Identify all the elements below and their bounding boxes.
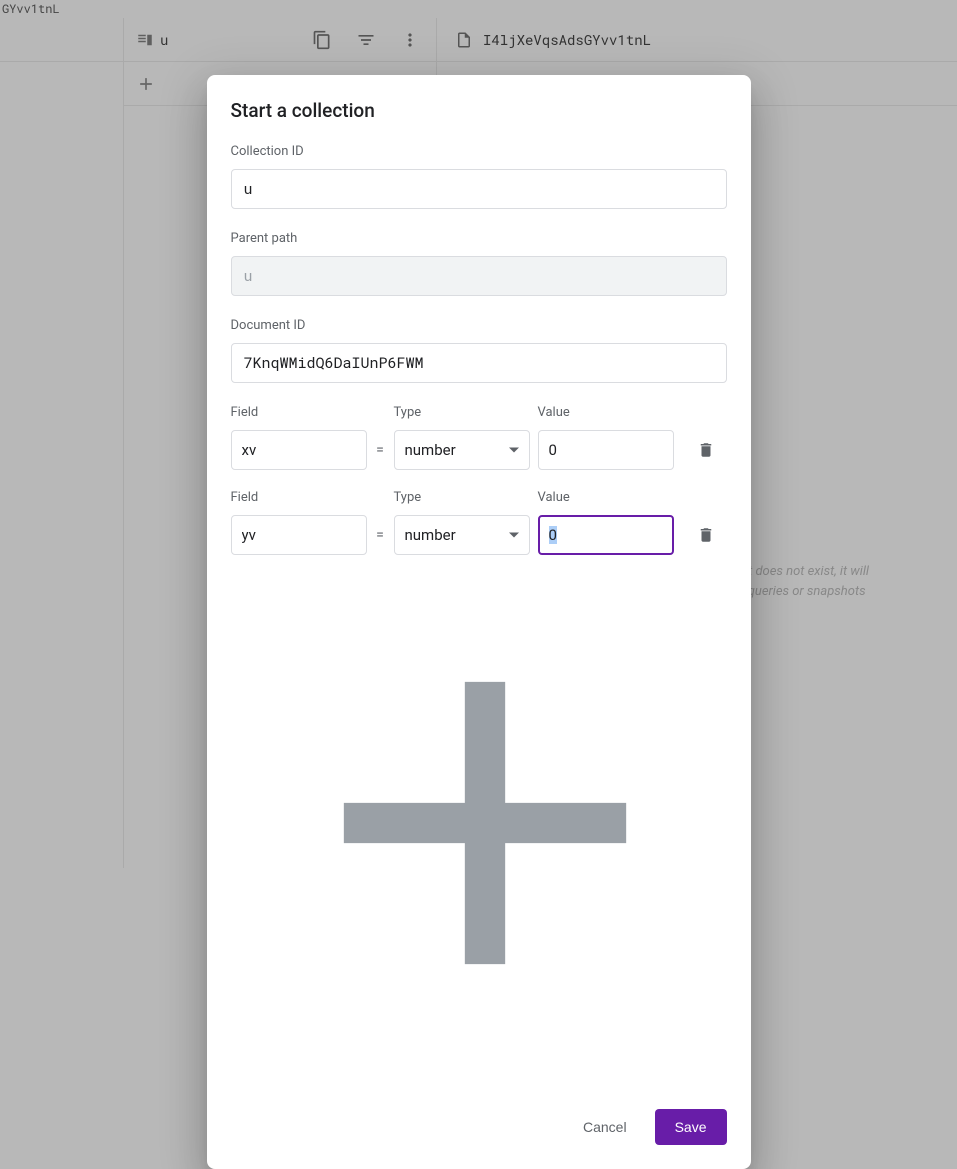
collection-id-label: Collection ID [231,144,727,159]
delete-field-button[interactable] [686,430,726,470]
field-value-input[interactable]: 0 [538,515,674,555]
chevron-down-icon [509,533,519,538]
parent-path-input [231,256,727,296]
delete-field-button[interactable] [686,515,726,555]
trash-icon [697,441,715,459]
add-field-button[interactable] [243,1050,727,1069]
modal-actions: Cancel Save [231,1109,727,1145]
parent-path-label: Parent path [231,231,727,246]
start-collection-modal: Start a collection Collection ID Parent … [207,75,751,1169]
field-name-label: Field [231,490,367,505]
field-name-input[interactable] [231,515,367,555]
field-type-select[interactable]: number [394,515,530,555]
document-id-input[interactable] [231,343,727,383]
document-id-group: Document ID [231,318,727,383]
equals-sign: = [367,515,394,555]
save-button[interactable]: Save [655,1109,727,1145]
field-row: Field = Type number Value 0 [231,490,727,555]
field-value-label: Value [538,490,674,505]
modal-title: Start a collection [231,99,727,122]
field-value-input[interactable] [538,430,674,470]
field-value-label: Value [538,405,674,420]
trash-icon [697,526,715,544]
field-name-input[interactable] [231,430,367,470]
equals-sign: = [367,430,394,470]
field-type-label: Type [394,490,530,505]
field-type-label: Type [394,405,530,420]
collection-id-group: Collection ID [231,144,727,209]
field-row: Field = Type number Value [231,405,727,470]
field-type-select[interactable]: number [394,430,530,470]
modal-backdrop: Start a collection Collection ID Parent … [0,0,957,868]
add-field-row [231,581,727,1069]
field-name-label: Field [231,405,367,420]
parent-path-group: Parent path [231,231,727,296]
document-id-label: Document ID [231,318,727,333]
chevron-down-icon [509,448,519,453]
cancel-button[interactable]: Cancel [571,1111,639,1143]
collection-id-input[interactable] [231,169,727,209]
